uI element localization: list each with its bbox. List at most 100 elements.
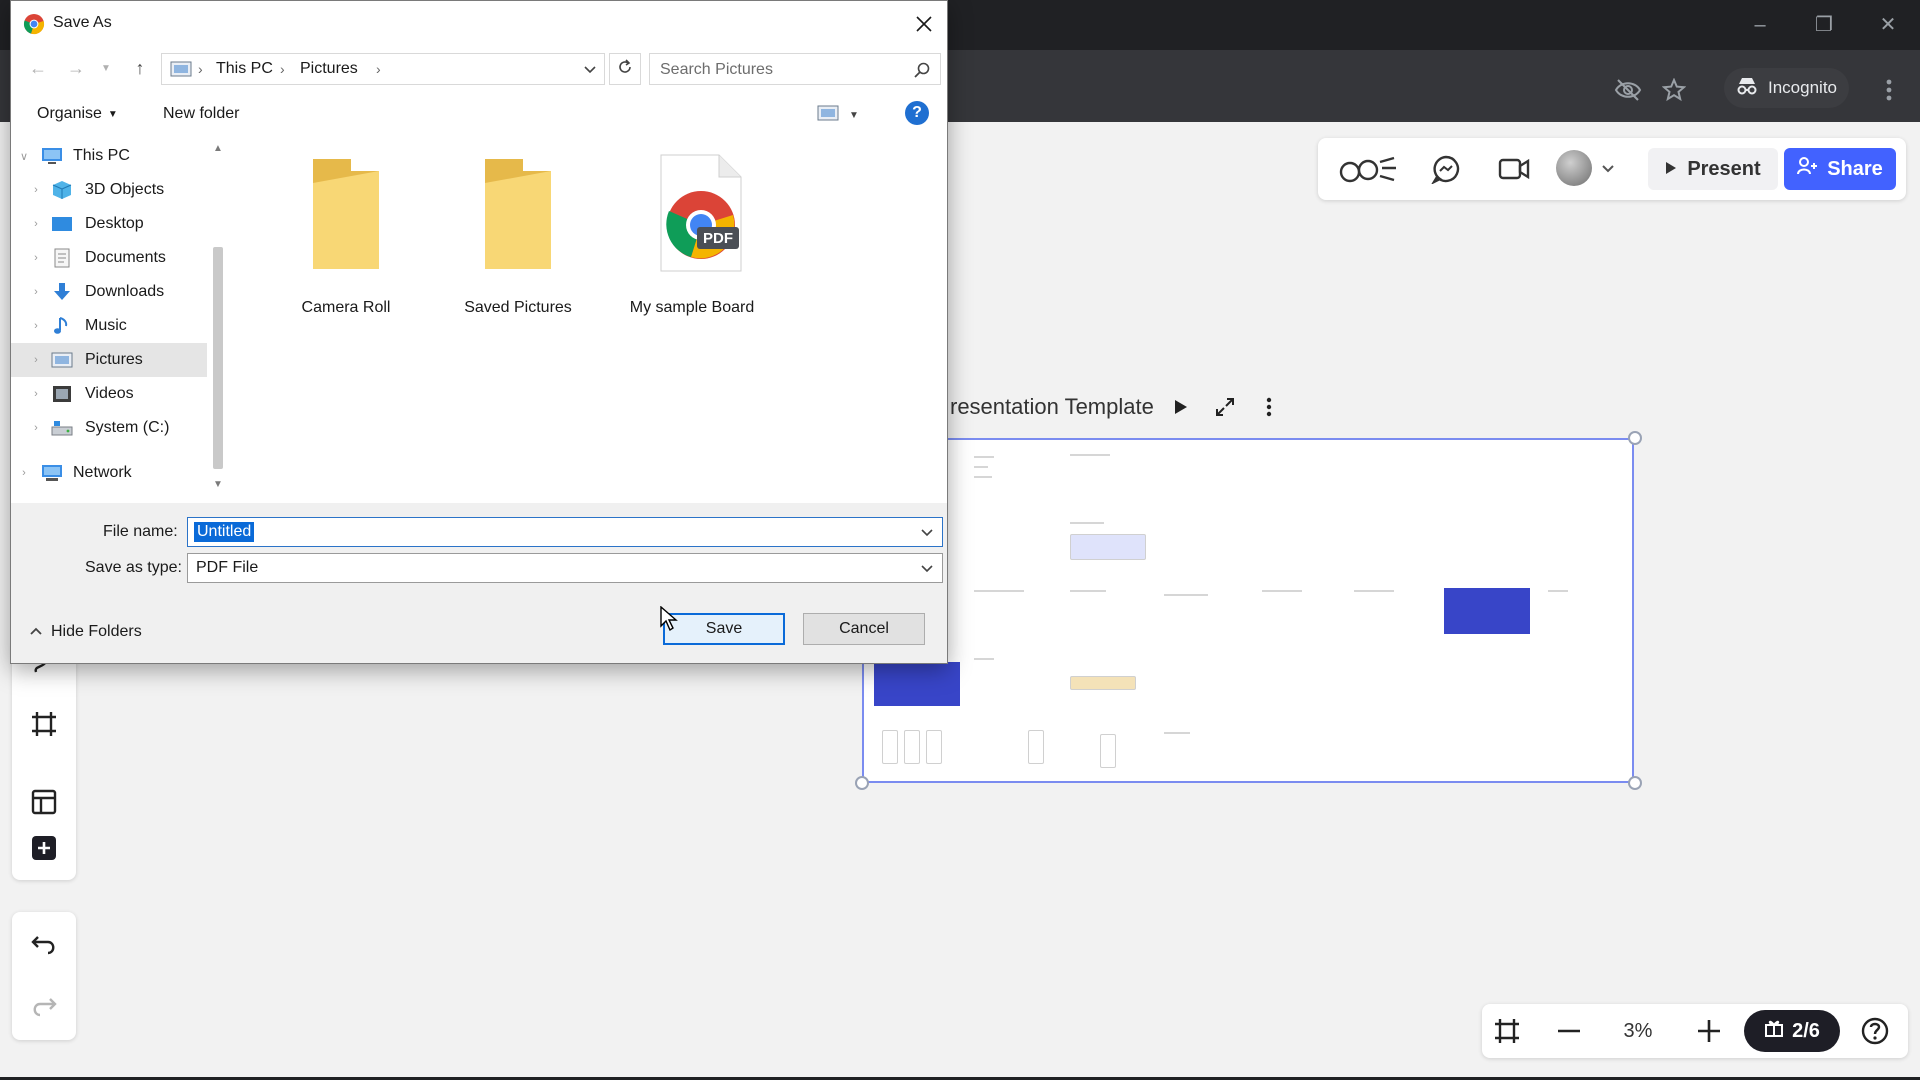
3d-objects-icon xyxy=(51,180,73,200)
share-button[interactable]: Share xyxy=(1784,148,1896,190)
frame-resize-handle[interactable] xyxy=(1628,431,1642,445)
tree-item-label: Desktop xyxy=(85,215,144,232)
tree-item-desktop[interactable]: › Desktop xyxy=(11,207,207,241)
collapsed-chevron-icon[interactable]: › xyxy=(29,319,43,333)
help-icon[interactable] xyxy=(1854,1010,1896,1052)
chevron-down-icon[interactable] xyxy=(918,560,936,578)
file-item-camera-roll[interactable]: Camera Roll xyxy=(263,153,413,316)
file-list[interactable]: Camera Roll Saved Pictures PDF My sample… xyxy=(235,139,947,499)
zoom-in-icon[interactable] xyxy=(1688,1010,1730,1052)
slide-thumbnail xyxy=(1070,534,1146,560)
zoom-out-icon[interactable] xyxy=(1548,1010,1590,1052)
view-options-button[interactable]: ▼ xyxy=(817,103,873,127)
bookmark-star-icon[interactable] xyxy=(1656,72,1692,108)
new-folder-button[interactable]: New folder xyxy=(163,105,239,123)
tree-item-system-c[interactable]: › System (C:) xyxy=(11,411,207,445)
tree-item-pictures[interactable]: › Pictures xyxy=(11,343,207,377)
slide-thumbnail xyxy=(1070,522,1104,524)
collapsed-chevron-icon[interactable]: › xyxy=(29,217,43,231)
comments-icon[interactable] xyxy=(1426,152,1466,186)
window-close-icon[interactable]: ✕ xyxy=(1868,10,1908,40)
video-call-icon[interactable] xyxy=(1494,152,1534,186)
slide-thumbnail xyxy=(1548,590,1568,592)
tree-item-downloads[interactable]: › Downloads xyxy=(11,275,207,309)
slide-thumbnail xyxy=(1070,454,1110,456)
more-options-icon[interactable] xyxy=(1254,392,1284,422)
collapsed-chevron-icon[interactable]: › xyxy=(29,183,43,197)
frame-resize-handle[interactable] xyxy=(1628,776,1642,790)
add-icon[interactable] xyxy=(24,828,64,868)
present-button[interactable]: Present xyxy=(1648,148,1778,190)
filename-field[interactable]: Untitled xyxy=(187,517,943,547)
tree-item-videos[interactable]: › Videos xyxy=(11,377,207,411)
page-indicator[interactable]: 2/6 xyxy=(1744,1010,1840,1052)
cancel-button[interactable]: Cancel xyxy=(803,613,925,645)
browser-menu-icon[interactable] xyxy=(1874,72,1904,108)
collapsed-chevron-icon[interactable]: › xyxy=(29,285,43,299)
scrollbar-thumb[interactable] xyxy=(213,247,223,469)
incognito-badge[interactable]: Incognito xyxy=(1724,68,1849,108)
save-button[interactable]: Save xyxy=(663,613,785,645)
scroll-down-icon[interactable]: ▼ xyxy=(209,475,227,493)
expand-icon[interactable] xyxy=(1210,392,1240,422)
collapsed-chevron-icon[interactable]: › xyxy=(29,421,43,435)
navigation-scrollbar[interactable]: ▲ ▼ xyxy=(209,139,227,493)
templates-icon[interactable] xyxy=(24,782,64,822)
expanded-chevron-icon[interactable]: ∨ xyxy=(17,149,31,163)
hide-folders-toggle[interactable]: Hide Folders xyxy=(29,623,142,641)
search-input[interactable]: Search Pictures xyxy=(649,53,941,85)
tree-item-3d-objects[interactable]: › 3D Objects xyxy=(11,173,207,207)
address-bar[interactable]: › This PC › Pictures › xyxy=(161,53,605,85)
tree-item-label: This PC xyxy=(73,147,130,164)
recent-locations-icon[interactable]: ▼ xyxy=(99,55,113,81)
frame-play-icon[interactable] xyxy=(1166,392,1196,422)
chevron-down-icon[interactable] xyxy=(1596,152,1620,186)
save-as-type-select[interactable]: PDF File xyxy=(187,553,943,583)
restore-icon[interactable]: ❐ xyxy=(1804,10,1844,40)
chevron-down-icon[interactable] xyxy=(918,524,936,542)
collapsed-chevron-icon[interactable]: › xyxy=(29,353,43,367)
chevron-down-icon[interactable] xyxy=(580,60,600,80)
undo-redo-panel xyxy=(12,912,76,1040)
breadcrumb-this-pc[interactable]: This PC xyxy=(216,59,273,79)
back-icon[interactable]: ← xyxy=(25,55,51,81)
refresh-button[interactable] xyxy=(609,53,641,85)
organise-menu[interactable]: Organise ▼ xyxy=(37,105,118,123)
frame-tool-icon[interactable] xyxy=(24,704,64,744)
close-icon[interactable] xyxy=(907,9,941,39)
scroll-up-icon[interactable]: ▲ xyxy=(209,139,227,157)
tree-item-documents[interactable]: › Documents xyxy=(11,241,207,275)
up-icon[interactable]: ↑ xyxy=(127,55,153,81)
tree-item-music[interactable]: › Music xyxy=(11,309,207,343)
filename-value[interactable]: Untitled xyxy=(194,522,255,542)
board-left-toolbar xyxy=(12,640,76,880)
presentation-frame[interactable] xyxy=(862,438,1634,783)
tracking-off-icon[interactable] xyxy=(1610,72,1646,108)
undo-icon[interactable] xyxy=(24,924,64,964)
zoom-level[interactable]: 3% xyxy=(1616,1014,1660,1048)
breadcrumb-pictures[interactable]: Pictures xyxy=(300,59,358,79)
file-item-my-sample-board[interactable]: PDF My sample Board xyxy=(609,153,759,316)
minimize-icon[interactable]: – xyxy=(1740,10,1780,40)
file-name: My sample Board xyxy=(629,299,755,316)
frame-title[interactable]: resentation Template xyxy=(950,390,1154,424)
dialog-titlebar[interactable]: Save As xyxy=(11,1,947,45)
file-item-saved-pictures[interactable]: Saved Pictures xyxy=(435,153,585,316)
collapsed-chevron-icon[interactable]: › xyxy=(17,466,31,480)
navigation-pane: ∨ This PC › 3D Objects › Desktop › Docum… xyxy=(11,139,227,499)
help-icon[interactable]: ? xyxy=(905,101,929,125)
frame-resize-handle[interactable] xyxy=(855,776,869,790)
forward-icon[interactable]: → xyxy=(63,55,89,81)
tree-item-network[interactable]: › Network xyxy=(11,456,207,490)
avatar[interactable] xyxy=(1556,150,1592,186)
slide-thumbnail xyxy=(926,730,942,764)
collapsed-chevron-icon[interactable]: › xyxy=(29,251,43,265)
reactions-icon[interactable] xyxy=(1336,152,1402,186)
slide-thumbnail xyxy=(1164,732,1190,734)
fit-to-screen-icon[interactable] xyxy=(1486,1010,1528,1052)
redo-icon[interactable] xyxy=(24,986,64,1026)
collapsed-chevron-icon[interactable]: › xyxy=(29,387,43,401)
slide-thumbnail xyxy=(974,476,992,478)
tree-item-this-pc[interactable]: ∨ This PC xyxy=(11,139,207,173)
slide-thumbnail xyxy=(1100,734,1116,768)
